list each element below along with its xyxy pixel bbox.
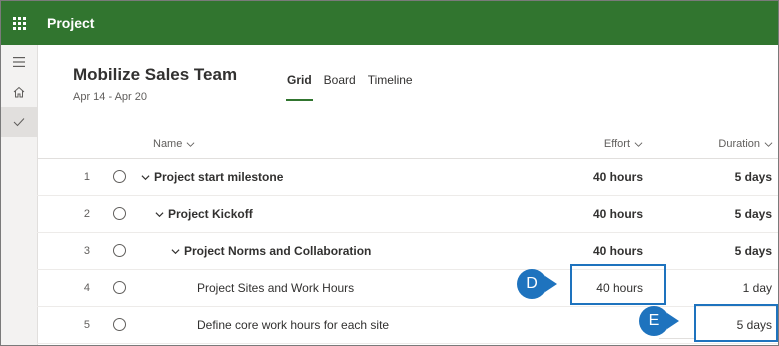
project-dates: Apr 14 - Apr 20: [73, 91, 147, 103]
task-name-label: Project Sites and Work Hours: [197, 281, 355, 295]
column-header-effort[interactable]: Effort: [604, 138, 643, 150]
task-name[interactable]: Project Norms and Collaboration: [171, 244, 371, 258]
table-row[interactable]: 4 Project Sites and Work Hours 40 hours …: [37, 270, 778, 307]
duration-cell[interactable]: 5 days: [735, 244, 772, 258]
callout-d-badge: D: [517, 269, 547, 299]
waffle-icon: [12, 16, 26, 30]
task-name-label: Project start milestone: [154, 170, 284, 184]
chevron-down-icon: [186, 141, 195, 147]
view-tabs: Grid Board Timeline: [286, 73, 425, 101]
top-bar: Project: [1, 1, 778, 45]
effort-highlight-box: [570, 264, 666, 305]
row-number: 5: [83, 319, 90, 331]
row-number: 3: [83, 245, 90, 257]
effort-cell[interactable]: 40 hours: [593, 244, 643, 258]
duration-cell[interactable]: 5 days: [735, 207, 772, 221]
task-complete-checkbox[interactable]: [113, 170, 126, 183]
callout-e-arrow: [667, 313, 679, 329]
column-header-effort-label: Effort: [603, 138, 630, 150]
app-title: Project: [47, 15, 95, 31]
callout-e-badge: E: [639, 306, 669, 336]
column-header-row: Name Effort Duration: [37, 130, 778, 159]
table-row[interactable]: 3 Project Norms and Collaboration 40 hou…: [37, 233, 778, 270]
effort-cell[interactable]: 40 hours: [593, 170, 643, 184]
column-header-duration[interactable]: Duration: [718, 138, 773, 150]
checkmark-icon: [13, 118, 25, 127]
row-number: 2: [83, 208, 90, 220]
task-name[interactable]: Project Sites and Work Hours: [197, 281, 354, 295]
tab-board[interactable]: Board: [324, 73, 356, 93]
tab-grid[interactable]: Grid: [286, 73, 313, 101]
tooltip-edge: [659, 338, 695, 339]
duration-highlight-box: [694, 304, 778, 342]
task-name-label: Define core work hours for each site: [197, 318, 390, 332]
task-complete-checkbox[interactable]: [113, 207, 126, 220]
chevron-down-icon[interactable]: [171, 247, 180, 256]
app-launcher-button[interactable]: [1, 1, 37, 45]
task-name[interactable]: Project Kickoff: [155, 207, 253, 221]
chevron-down-icon[interactable]: [141, 173, 150, 182]
task-name[interactable]: Define core work hours for each site: [197, 318, 389, 332]
chevron-down-icon: [634, 141, 643, 147]
duration-cell[interactable]: 5 days: [735, 170, 772, 184]
task-complete-checkbox[interactable]: [113, 281, 126, 294]
menu-button[interactable]: [1, 47, 37, 77]
row-number: 4: [83, 282, 90, 294]
column-header-name[interactable]: Name: [153, 138, 195, 150]
row-number: 1: [83, 171, 90, 183]
tab-timeline[interactable]: Timeline: [368, 73, 413, 93]
home-button[interactable]: [1, 77, 37, 107]
chevron-down-icon[interactable]: [155, 210, 164, 219]
home-icon: [13, 86, 25, 98]
table-row[interactable]: 1 Project start milestone 40 hours 5 day…: [37, 159, 778, 196]
duration-cell[interactable]: 1 day: [743, 281, 772, 295]
hamburger-icon: [13, 57, 25, 67]
project-title: Mobilize Sales Team: [73, 65, 238, 84]
effort-cell[interactable]: 40 hours: [593, 207, 643, 221]
column-header-name-label: Name: [153, 138, 183, 150]
task-name-label: Project Kickoff: [168, 207, 253, 221]
left-rail: [1, 45, 38, 345]
task-name-label: Project Norms and Collaboration: [184, 244, 372, 258]
callout-d-arrow: [545, 276, 557, 292]
table-row[interactable]: 2 Project Kickoff 40 hours 5 days: [37, 196, 778, 233]
task-complete-checkbox[interactable]: [113, 244, 126, 257]
column-header-duration-label: Duration: [718, 138, 760, 150]
task-name[interactable]: Project start milestone: [141, 170, 283, 184]
task-complete-checkbox[interactable]: [113, 318, 126, 331]
my-tasks-button[interactable]: [1, 107, 37, 137]
app-window: Project Mobilize Sales Team Apr 14 - Apr…: [0, 0, 779, 346]
chevron-down-icon: [764, 141, 773, 147]
